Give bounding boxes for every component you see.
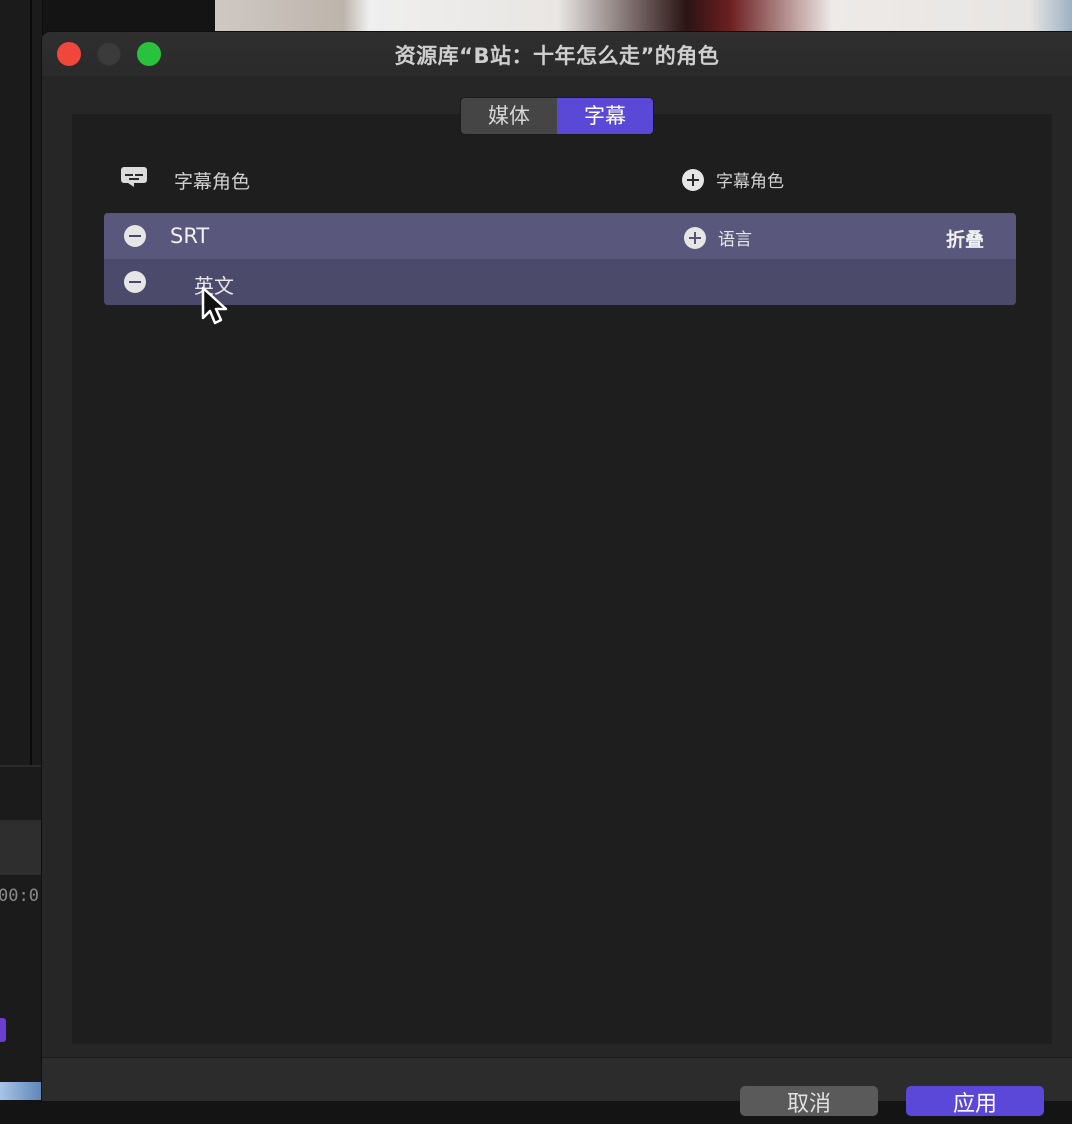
role-group-srt: SRT 语言 折叠 英文 (104, 213, 1016, 305)
background-app-sidebar: 00:0 (0, 0, 43, 1100)
title-bar: 资源库“B站：十年怎么走”的角色 (42, 32, 1072, 76)
background-thumbnail (0, 1082, 42, 1100)
background-divider (0, 0, 32, 765)
background-video-preview (215, 0, 1072, 34)
minus-circle-icon[interactable] (124, 225, 146, 247)
role-row[interactable]: SRT 语言 折叠 (104, 213, 1016, 259)
add-caption-role-button[interactable]: 字幕角色 (682, 167, 784, 192)
caption-icon (121, 167, 147, 187)
plus-circle-icon (684, 226, 706, 249)
subrole-row[interactable]: 英文 (104, 259, 1016, 305)
plus-circle-icon (682, 168, 704, 191)
dialog-footer: 取消 应用 (42, 1057, 1072, 1117)
captions-role-heading: 字幕角色 (174, 171, 251, 193)
add-language-label: 语言 (718, 230, 752, 250)
role-name[interactable]: SRT (170, 224, 209, 248)
background-divider-line (0, 765, 42, 767)
add-caption-role-label: 字幕角色 (716, 172, 784, 192)
background-timeline-clip (0, 1018, 6, 1042)
tab-media[interactable]: 媒体 (461, 98, 557, 134)
minus-circle-icon[interactable] (124, 271, 146, 293)
apply-button[interactable]: 应用 (906, 1086, 1044, 1117)
collapse-button[interactable]: 折叠 (946, 225, 984, 252)
tab-captions[interactable]: 字幕 (557, 98, 653, 134)
roles-dialog: 资源库“B站：十年怎么走”的角色 媒体 字幕 字幕角色 字幕角色 SRT 语言 (42, 32, 1072, 1117)
captions-header: 字幕角色 字幕角色 (120, 162, 1020, 196)
cursor-icon (201, 286, 228, 325)
background-timecode: 00:0 (0, 886, 39, 906)
tab-switcher: 媒体 字幕 (460, 97, 654, 135)
add-language-button[interactable]: 语言 (684, 225, 752, 250)
cancel-button[interactable]: 取消 (740, 1086, 878, 1117)
window-title: 资源库“B站：十年怎么走”的角色 (394, 44, 720, 68)
background-toolbar-strip (0, 820, 42, 875)
